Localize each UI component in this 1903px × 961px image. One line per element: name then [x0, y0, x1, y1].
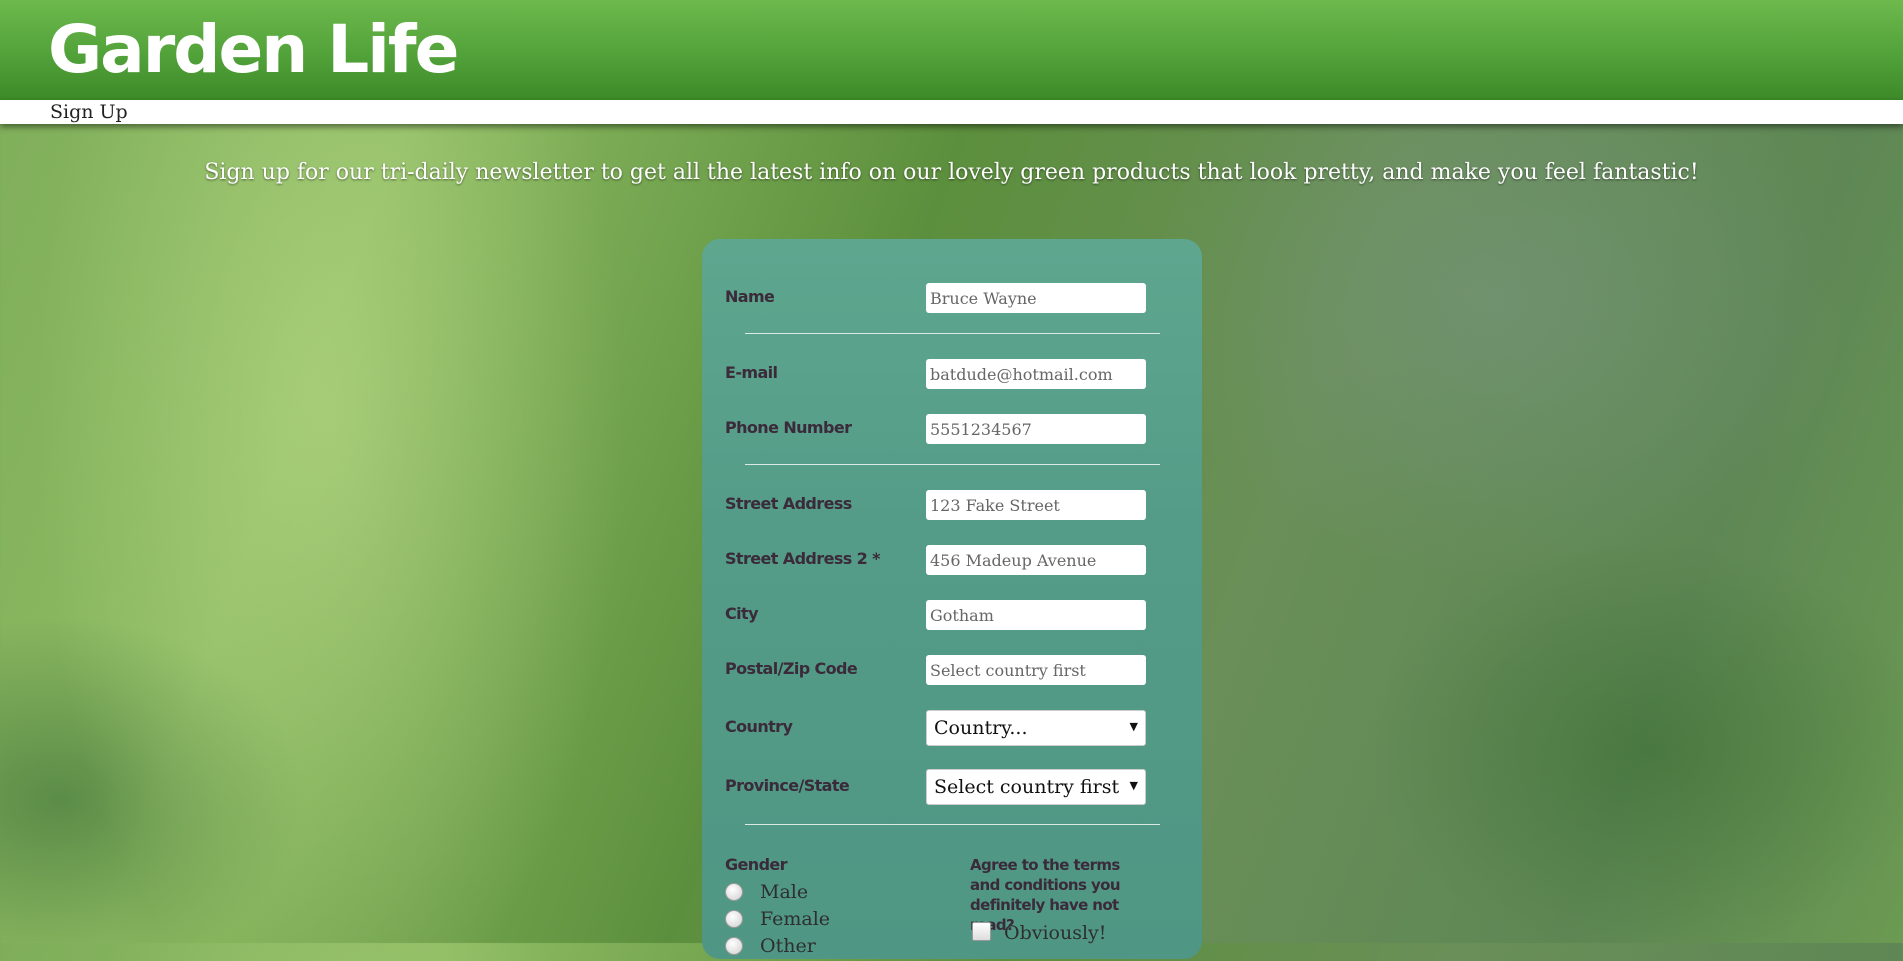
postal-code-label: Postal/Zip Code — [725, 659, 858, 678]
newsletter-tagline: Sign up for our tri-daily newsletter to … — [204, 160, 1699, 185]
radio-button[interactable] — [725, 937, 743, 955]
country-label: Country — [725, 717, 793, 736]
gender-option-label: Male — [760, 881, 809, 903]
city-label: City — [725, 604, 759, 623]
dropdown-arrow-icon: ▼ — [1129, 720, 1138, 733]
phone-input[interactable] — [926, 414, 1146, 444]
province-select[interactable]: Select country first ▼ — [926, 769, 1146, 805]
street-address-2-input[interactable] — [926, 545, 1146, 575]
email-input[interactable] — [926, 359, 1146, 389]
site-logo[interactable]: Garden Life — [48, 2, 459, 98]
street-address-label: Street Address — [725, 494, 852, 513]
radio-button[interactable] — [725, 883, 743, 901]
postal-code-input[interactable] — [926, 655, 1146, 685]
province-select-value: Select country first — [934, 776, 1120, 798]
city-input[interactable] — [926, 600, 1146, 630]
nav-bar: Sign Up — [0, 100, 1903, 124]
radio-button[interactable] — [725, 910, 743, 928]
gender-option-label: Female — [760, 908, 831, 930]
form-divider — [745, 824, 1160, 825]
site-header: Garden Life — [0, 0, 1903, 100]
name-input[interactable] — [926, 283, 1146, 313]
email-label: E-mail — [725, 363, 778, 382]
terms-checkbox-label: Obviously! — [1004, 922, 1107, 944]
form-divider — [745, 464, 1160, 465]
dropdown-arrow-icon: ▼ — [1129, 779, 1138, 792]
nav-sign-up-link[interactable]: Sign Up — [50, 101, 128, 123]
gender-option-label: Other — [760, 935, 816, 957]
gender-label: Gender — [725, 855, 788, 874]
street-address-input[interactable] — [926, 490, 1146, 520]
name-label: Name — [725, 287, 775, 306]
signup-form: Name E-mail Phone Number Street Address … — [702, 239, 1202, 959]
terms-checkbox[interactable] — [972, 922, 991, 941]
country-select[interactable]: Country... ▼ — [926, 710, 1146, 746]
country-select-value: Country... — [934, 717, 1028, 739]
form-divider — [745, 333, 1160, 334]
street-address-2-label: Street Address 2 * — [725, 549, 881, 568]
phone-label: Phone Number — [725, 418, 852, 437]
province-label: Province/State — [725, 776, 850, 795]
